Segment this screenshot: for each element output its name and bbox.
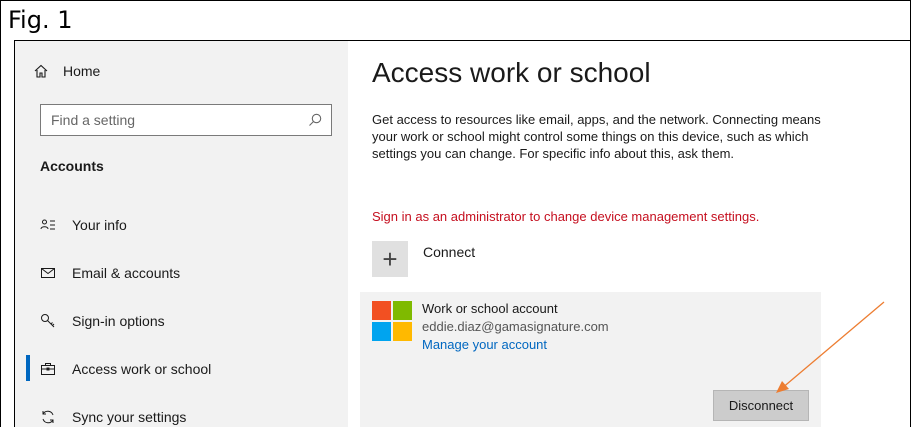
page-title: Access work or school: [372, 57, 651, 88]
section-title: Accounts: [40, 158, 104, 174]
briefcase-icon: [40, 361, 56, 377]
account-card[interactable]: Work or school account eddie.diaz@gamasi…: [360, 292, 821, 427]
sidebar-item-label: Your info: [72, 217, 127, 233]
plus-icon: +: [382, 244, 398, 274]
account-email: eddie.diaz@gamasignature.com: [422, 319, 609, 334]
sidebar: Home Accounts Your info Email & accounts…: [15, 41, 348, 427]
sidebar-item-sign-in-options[interactable]: Sign-in options: [15, 297, 348, 345]
sidebar-item-label: Email & accounts: [72, 265, 181, 281]
sidebar-item-sync-settings[interactable]: Sync your settings: [15, 393, 348, 427]
home-icon: [33, 63, 49, 79]
page-description: Get access to resources like email, apps…: [372, 112, 821, 161]
manage-account-link[interactable]: Manage your account: [422, 337, 547, 352]
microsoft-logo-icon: [372, 301, 412, 341]
figure-label: Fig. 1: [8, 6, 73, 34]
person-list-icon: [40, 217, 56, 233]
active-indicator: [26, 355, 30, 381]
mail-icon: [40, 265, 56, 281]
account-type: Work or school account: [422, 301, 558, 316]
sidebar-item-label: Sync your settings: [72, 409, 187, 425]
key-icon: [40, 313, 56, 329]
nav-home[interactable]: Home: [33, 63, 100, 79]
connect-button[interactable]: +: [372, 241, 408, 277]
connect-row[interactable]: + Connect: [372, 241, 475, 277]
admin-warning: Sign in as an administrator to change de…: [372, 209, 760, 224]
search-icon[interactable]: [307, 112, 323, 128]
nav-list: Your info Email & accounts Sign-in optio…: [15, 201, 348, 427]
nav-home-label: Home: [63, 63, 101, 79]
sidebar-item-label: Access work or school: [72, 361, 212, 377]
sync-icon: [40, 409, 56, 425]
sidebar-item-email-accounts[interactable]: Email & accounts: [15, 249, 348, 297]
search-input[interactable]: [51, 112, 291, 128]
disconnect-button[interactable]: Disconnect: [713, 390, 809, 421]
sidebar-item-your-info[interactable]: Your info: [15, 201, 348, 249]
sidebar-item-label: Sign-in options: [72, 313, 165, 329]
account-details: Work or school account eddie.diaz@gamasi…: [422, 301, 609, 354]
search-box[interactable]: [40, 104, 332, 136]
connect-label: Connect: [423, 244, 476, 260]
sidebar-item-access-work-school[interactable]: Access work or school: [15, 345, 348, 393]
